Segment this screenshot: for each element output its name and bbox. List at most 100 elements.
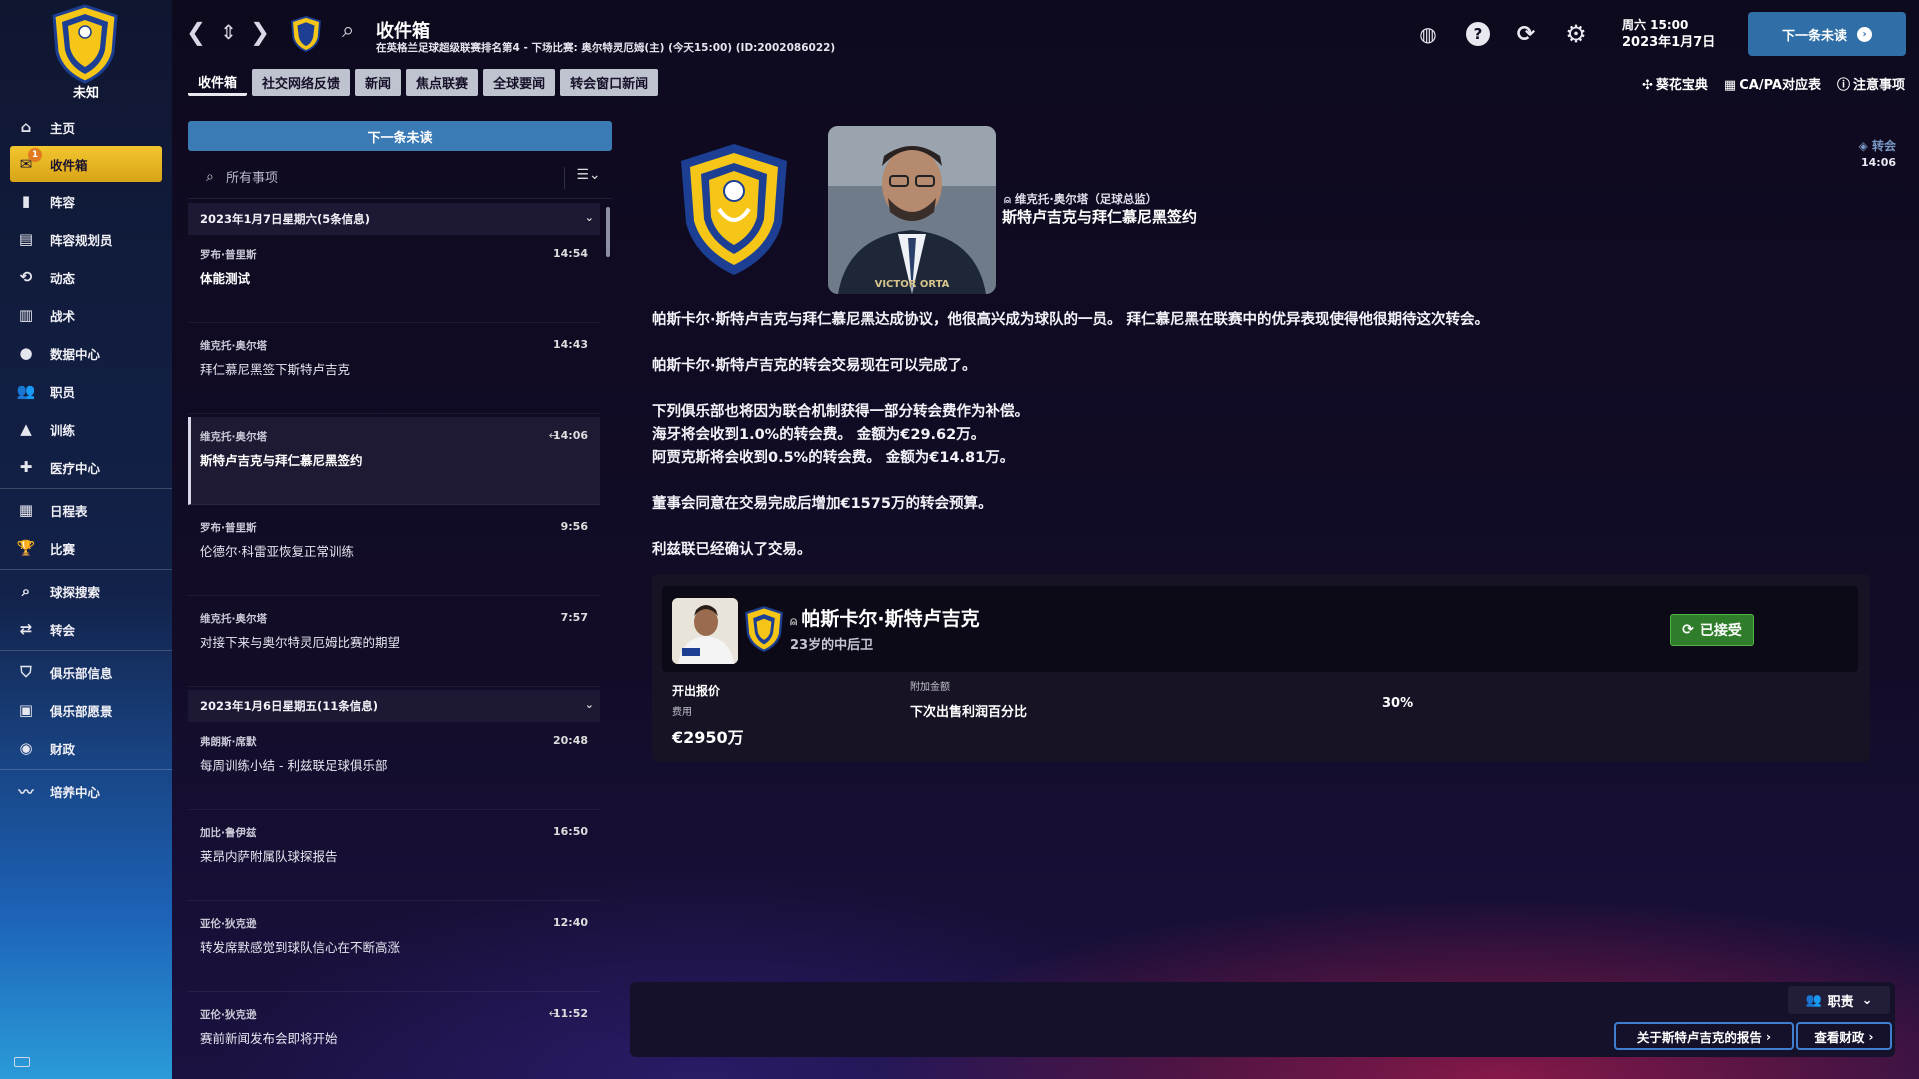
list-item-selected[interactable]: 维克托·奥尔塔 斯特卢吉克与拜仁慕尼黑签约 ↩ 14:06 — [188, 417, 600, 505]
quick-link-ca-pa[interactable]: ▦ CA/PA对应表 — [1724, 74, 1821, 93]
date-group-label: 2023年1月7日星期六(5条信息) — [200, 212, 371, 226]
staff-icon: 👥 — [1805, 992, 1822, 1008]
player-report-label: 关于斯特卢吉克的报告 — [1636, 1029, 1762, 1045]
player-name[interactable]: ⍝ 帕斯卡尔·斯特卢吉克 — [790, 604, 980, 631]
list-scrollbar[interactable] — [606, 207, 610, 257]
tab-global-news[interactable]: 全球要闻 — [483, 69, 556, 96]
list-item[interactable]: 弗朗斯·席默 每周训练小结 - 利兹联足球俱乐部 20:48 — [188, 722, 600, 810]
club-crest-small-icon[interactable] — [290, 16, 322, 52]
view-finances-button[interactable]: 查看财政 › — [1796, 1022, 1892, 1050]
sidebar-item-development[interactable]: 〰培养中心 — [0, 772, 172, 810]
sidebar-item-label: 阵容 — [50, 194, 76, 210]
finances-icon: ◉ — [19, 739, 33, 757]
sidebar-item-club-vision[interactable]: ▣ 俱乐部愿景 — [0, 691, 172, 729]
list-item[interactable]: 亚伦·狄克逊 转发席默感觉到球队信心在不断高涨 12:40 — [188, 904, 600, 992]
offer-extra-value-column: 30% — [1382, 682, 1413, 711]
sidebar-item-tactics[interactable]: ▥ 战术 — [0, 296, 172, 334]
sidebar-item-dynamics[interactable]: ⟲ 动态 — [0, 258, 172, 296]
help-icon[interactable]: ? — [1466, 22, 1490, 46]
sidebar-item-squad[interactable]: ▮ 阵容 — [0, 182, 172, 220]
sidebar-item-squad-planner[interactable]: ▤ 阵容规划员 — [0, 220, 172, 258]
body-paragraph: 下列俱乐部也将因为联合机制获得一部分转会费作为补偿。 海牙将会收到1.0%的转会… — [652, 401, 1652, 470]
sender-photo[interactable]: VICTOR ORTA — [828, 126, 996, 294]
sidebar-item-label: 俱乐部信息 — [50, 665, 113, 681]
keyboard-icon[interactable] — [14, 1057, 30, 1067]
sidebar-item-medical[interactable]: ✚ 医疗中心 — [0, 448, 172, 486]
body-line: 帕斯卡尔·斯特卢吉克与拜仁慕尼黑达成协议，他很高兴成为球队的一员。 拜仁慕尼黑在… — [652, 312, 1490, 328]
globe-icon[interactable]: ◍ — [1416, 22, 1440, 46]
list-item[interactable]: 亚伦·狄克逊 赛前新闻发布会即将开始 ↩ 11:52 — [188, 995, 600, 1055]
list-item[interactable]: 加比·鲁伊兹 莱昂内萨附属队球探报告 16:50 — [188, 813, 600, 901]
tab-focus-leagues[interactable]: 焦点联赛 — [406, 69, 479, 96]
player-report-button[interactable]: 关于斯特卢吉克的报告 › — [1614, 1022, 1794, 1050]
date-group-header[interactable]: 2023年1月7日星期六(5条信息) ⌄ — [188, 203, 600, 235]
player-summary[interactable]: ⍝ 帕斯卡尔·斯特卢吉克 23岁的中后卫 ⟳ 已接受 — [662, 586, 1858, 672]
settings-gear-icon[interactable]: ⚙ — [1564, 20, 1588, 48]
body-line: 帕斯卡尔·斯特卢吉克的转会交易现在可以完成了。 — [652, 358, 977, 374]
list-item[interactable]: 维克托·奥尔塔 对接下来与奥尔特灵厄姆比赛的期望 7:57 — [188, 599, 600, 687]
sidebar-item-inbox[interactable]: 1 ✉ 收件箱 — [10, 146, 162, 182]
message-headline: 斯特卢吉克与拜仁慕尼黑签约 — [1002, 208, 1198, 226]
club-info-icon: ⛉ — [20, 663, 32, 681]
unread-badge: 1 — [28, 148, 42, 162]
date-group-header[interactable]: 2023年1月6日星期五(11条信息) ⌄ — [188, 690, 600, 722]
sidebar-item-home[interactable]: ⌂ 主页 — [0, 108, 172, 146]
list-item[interactable]: 维克托·奥尔塔 拜仁慕尼黑签下斯特卢吉克 14:43 — [188, 326, 600, 414]
sidebar-item-finances[interactable]: ◉ 财政 — [0, 729, 172, 767]
message-type: ◈ 转会 14:06 — [1859, 137, 1896, 169]
player-photo[interactable] — [672, 598, 738, 664]
message-time: 14:06 — [552, 429, 588, 442]
inbox-search-row: ⌕ ☰⌄ — [188, 157, 612, 199]
message-subject: 转发席默感觉到球队信心在不断高涨 — [200, 940, 401, 955]
sidebar-item-competitions[interactable]: 🏆 比赛 — [0, 529, 172, 567]
sidebar-item-label: 转会 — [50, 622, 76, 638]
chevron-down-icon: ⌄ — [584, 211, 594, 224]
history-icon[interactable]: ⇕ — [220, 20, 237, 44]
club-crest-icon[interactable] — [50, 4, 120, 84]
sidebar-item-training[interactable]: ▲ 训练 — [0, 410, 172, 448]
message-action-bar: 👥 职责 ⌄ 关于斯特卢吉克的报告 › 查看财政 › — [630, 982, 1895, 1057]
sidebar-item-data-hub[interactable]: ● 数据中心 — [0, 334, 172, 372]
body-line: 董事会同意在交易完成后增加€1575万的转会预算。 — [652, 496, 993, 512]
player-club-crest-icon[interactable] — [744, 606, 784, 652]
message-subject: 拜仁慕尼黑签下斯特卢吉克 — [200, 362, 351, 377]
message-time: 16:50 — [552, 825, 588, 838]
inbox-search-input[interactable] — [226, 167, 526, 189]
message-subject: 莱昂内萨附属队球探报告 — [200, 849, 338, 864]
responsibilities-button[interactable]: 👥 职责 ⌄ — [1788, 986, 1890, 1014]
message-view: VICTOR ORTA ⍝ 维克托·奥尔塔（足球总监） 斯特卢吉克与拜仁慕尼黑签… — [630, 121, 1906, 1061]
tab-transfer-window-news[interactable]: 转会窗口新闻 — [560, 69, 659, 96]
sidebar-item-staff[interactable]: 👥 职员 — [0, 372, 172, 410]
next-unread-button[interactable]: 下一条未读 — [188, 121, 612, 151]
forward-icon[interactable]: ❯ — [250, 18, 270, 46]
sidebar-item-schedule[interactable]: ▦ 日程表 — [0, 491, 172, 529]
body-paragraph: 董事会同意在交易完成后增加€1575万的转会预算。 — [652, 493, 1652, 516]
sidebar-item-club-info[interactable]: ⛉ 俱乐部信息 — [0, 653, 172, 691]
transfers-icon: ⇄ — [19, 620, 33, 638]
tab-social-feed[interactable]: 社交网络反馈 — [252, 69, 351, 96]
tab-inbox[interactable]: 收件箱 — [188, 69, 248, 96]
player-silhouette-icon — [672, 598, 738, 664]
list-item[interactable]: 罗布·普里斯 伦德尔·科雷亚恢复正常训练 9:56 — [188, 508, 600, 596]
sidebar-item-transfers[interactable]: ⇄ 转会 — [0, 610, 172, 648]
message-sender-line[interactable]: ⍝ 维克托·奥尔塔（足球总监） — [1004, 191, 1157, 207]
sidebar-item-scouting[interactable]: ⌕ 球探搜索 — [0, 572, 172, 610]
medical-icon: ✚ — [19, 458, 33, 476]
quick-link-guide[interactable]: ✣ 葵花宝典 — [1642, 74, 1708, 93]
inbox-tabs: 收件箱 社交网络反馈 新闻 焦点联赛 全球要闻 转会窗口新闻 — [188, 69, 659, 96]
transfer-card: ⍝ 帕斯卡尔·斯特卢吉克 23岁的中后卫 ⟳ 已接受 开出报价 费用 €2950万… — [652, 574, 1870, 762]
search-icon[interactable]: ⌕ — [342, 18, 354, 43]
refresh-icon[interactable]: ⟳ — [1514, 22, 1538, 47]
tactics-icon: ▥ — [18, 306, 34, 324]
list-item[interactable]: 罗布·普里斯 体能测试 14:54 — [188, 235, 600, 323]
status-badge: ⟳ 已接受 — [1670, 614, 1754, 646]
leeds-crest-icon[interactable] — [675, 141, 793, 279]
sidebar-nav: ⌂ 主页 1 ✉ 收件箱 ▮ 阵容 ▤ 阵容规划员 ⟲ 动态 ▥ 战术 ● 数据中心 👥 职员 ▲… — [0, 108, 172, 810]
game-date-text: 2023年1月7日 — [1622, 35, 1716, 50]
tab-news[interactable]: 新闻 — [355, 69, 402, 96]
back-icon[interactable]: ❮ — [186, 18, 206, 46]
message-sender: 罗布·普里斯 — [200, 522, 257, 534]
filter-menu-icon[interactable]: ☰⌄ — [564, 167, 612, 189]
continue-next-unread-button[interactable]: 下一条未读 › — [1748, 12, 1906, 56]
quick-link-notes[interactable]: ⓘ 注意事项 — [1837, 74, 1905, 93]
